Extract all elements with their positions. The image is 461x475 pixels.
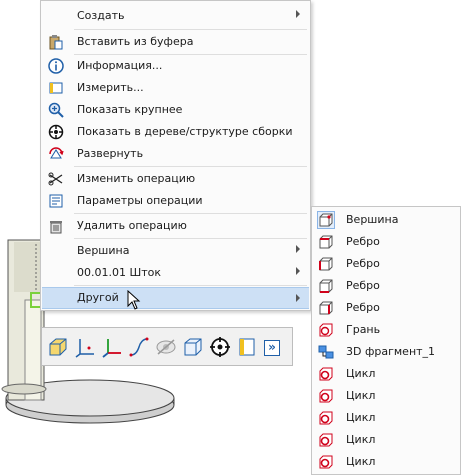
loop-icon: [319, 411, 333, 425]
edge-icon: [319, 257, 333, 271]
operation-params-icon: [49, 194, 63, 208]
submenu-item-loop[interactable]: Цикл: [313, 363, 459, 385]
show-in-tree-icon: [48, 124, 64, 140]
menu-item-rotate[interactable]: Развернуть: [42, 143, 309, 165]
edge-icon: [319, 235, 333, 249]
submenu-item-fragment[interactable]: 3D фрагмент_1: [313, 341, 459, 363]
menu-item-label: Создать: [77, 9, 125, 22]
submenu-item-edge[interactable]: Ребро: [313, 253, 459, 275]
chevron-right-icon: [296, 245, 300, 253]
mouse-cursor-icon: [127, 290, 141, 310]
menu-item-show-in-tree[interactable]: Показать в дереве/структуре сборки: [42, 121, 309, 143]
menu-item-info[interactable]: Информация...: [42, 55, 309, 77]
menu-item-delete-operation[interactable]: Удалить операцию: [42, 215, 309, 237]
selection-filter-toolbar: »: [41, 327, 293, 366]
edge-icon: [319, 279, 333, 293]
menu-item-zoom[interactable]: Показать крупнее: [42, 99, 309, 121]
menu-item-label: Удалить операцию: [77, 219, 187, 232]
fragment-icon: [318, 345, 334, 359]
vertex-icon: [317, 211, 335, 229]
loop-icon: [319, 367, 333, 381]
menu-separator: [74, 166, 307, 167]
loop-icon: [319, 455, 333, 469]
face-icon: [319, 323, 333, 337]
loop-icon: [319, 389, 333, 403]
curve-icon[interactable]: [128, 336, 150, 358]
menu-item-label: Информация...: [77, 59, 163, 72]
menu-item-part[interactable]: 00.01.01 Шток: [42, 262, 309, 284]
submenu-item-label: Цикл: [346, 433, 376, 446]
submenu-item-label: Цикл: [346, 389, 376, 402]
chevron-right-icon: [296, 294, 300, 302]
submenu-item-edge[interactable]: Ребро: [313, 297, 459, 319]
solid-icon[interactable]: [47, 336, 69, 358]
menu-item-label: Другой: [77, 291, 119, 304]
edge-icon: [319, 301, 333, 315]
submenu-item-label: Грань: [346, 323, 381, 336]
submenu-item-loop[interactable]: Цикл: [313, 385, 459, 407]
submenu-item-face[interactable]: Грань: [313, 319, 459, 341]
menu-item-vertex[interactable]: Вершина: [42, 240, 309, 262]
chevron-right-icon: [296, 10, 300, 18]
menu-item-label: Показать крупнее: [77, 103, 183, 116]
submenu-item-label: 3D фрагмент_1: [346, 345, 436, 358]
menu-item-edit-operation[interactable]: Изменить операцию: [42, 168, 309, 190]
coordinate-system-icon[interactable]: [101, 336, 123, 358]
submenu-item-label: Вершина: [346, 213, 399, 226]
context-menu: Создать Вставить из буфера Информация...…: [40, 0, 311, 311]
box-icon[interactable]: [182, 336, 204, 358]
menu-item-measure[interactable]: Измерить...: [42, 77, 309, 99]
info-icon: [48, 58, 64, 74]
rotate-icon: [49, 147, 64, 159]
submenu-item-vertex[interactable]: Вершина: [313, 209, 459, 231]
chevron-right-icon: [296, 267, 300, 275]
submenu-item-edge[interactable]: Ребро: [313, 231, 459, 253]
menu-item-operation-params[interactable]: Параметры операции: [42, 190, 309, 212]
ruler-icon[interactable]: [236, 336, 258, 358]
submenu-item-label: Ребро: [346, 235, 380, 248]
menu-item-label: Показать в дереве/структуре сборки: [77, 125, 293, 138]
more-button[interactable]: »: [264, 340, 280, 356]
edit-operation-icon: [48, 172, 63, 186]
submenu-other: Вершина Ребро Ребро Ребро Ребро Грань 3D…: [311, 206, 461, 475]
paste-icon: [49, 35, 63, 50]
trash-icon: [50, 221, 62, 234]
menu-item-label: Развернуть: [77, 147, 144, 160]
submenu-item-label: Цикл: [346, 411, 376, 424]
submenu-item-loop[interactable]: Цикл: [313, 451, 459, 473]
submenu-item-label: Ребро: [346, 257, 380, 270]
submenu-item-loop[interactable]: Цикл: [313, 407, 459, 429]
menu-item-other[interactable]: Другой: [42, 287, 309, 309]
submenu-item-loop[interactable]: Цикл: [313, 429, 459, 451]
measure-icon: [49, 82, 63, 94]
menu-separator: [74, 238, 307, 239]
loop-icon: [319, 433, 333, 447]
menu-item-paste[interactable]: Вставить из буфера: [42, 31, 309, 53]
hide-icon[interactable]: [155, 336, 177, 358]
menu-item-create[interactable]: Создать: [42, 5, 309, 27]
menu-item-label: Вставить из буфера: [77, 35, 194, 48]
menu-item-label: Параметры операции: [77, 194, 203, 207]
submenu-item-label: Ребро: [346, 279, 380, 292]
submenu-item-label: Ребро: [346, 301, 380, 314]
menu-item-label: Изменить операцию: [77, 172, 196, 185]
target-icon[interactable]: [209, 336, 231, 358]
menu-item-label: Вершина: [77, 244, 130, 257]
submenu-item-label: Цикл: [346, 367, 376, 380]
menu-separator: [74, 213, 307, 214]
submenu-item-label: Цикл: [346, 455, 376, 468]
menu-item-label: 00.01.01 Шток: [77, 266, 162, 279]
menu-separator: [74, 29, 307, 30]
submenu-item-edge[interactable]: Ребро: [313, 275, 459, 297]
axes-icon[interactable]: [74, 336, 96, 358]
menu-separator: [74, 285, 307, 286]
menu-item-label: Измерить...: [77, 81, 144, 94]
zoom-in-icon: [48, 102, 64, 118]
